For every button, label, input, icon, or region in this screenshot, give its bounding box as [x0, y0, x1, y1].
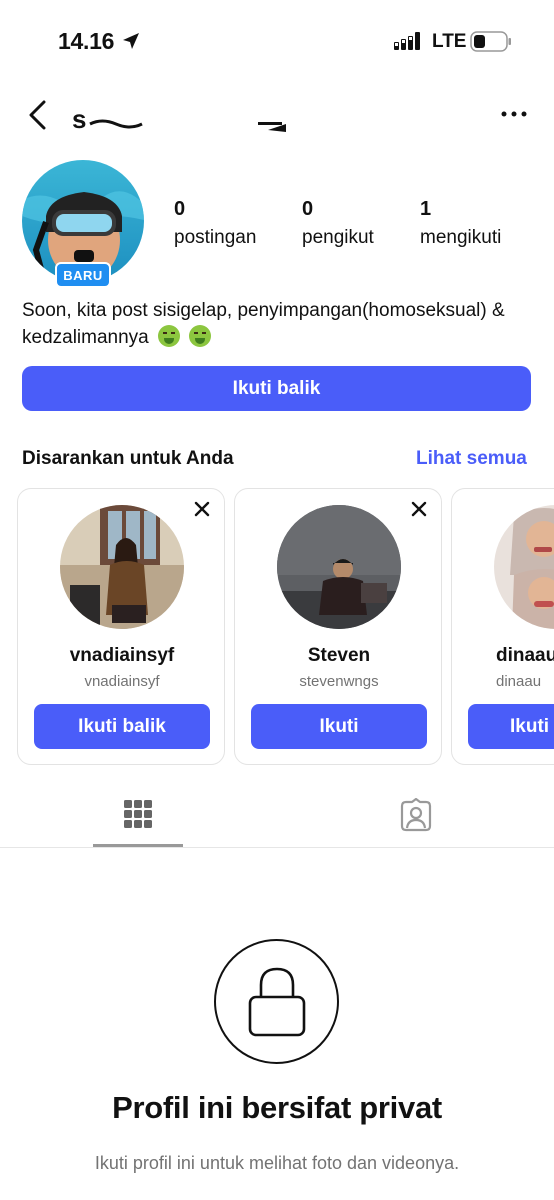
follow-button[interactable]: Ikuti	[251, 704, 427, 749]
suggestion-name[interactable]: dinaau	[496, 645, 554, 667]
following-label: mengikuti	[420, 227, 502, 248]
location-arrow-icon	[123, 33, 139, 49]
tagged-person-icon	[400, 798, 432, 832]
suggestion-handle: stevenwngs	[299, 673, 379, 690]
follow-back-button[interactable]: Ikuti balik	[22, 366, 531, 411]
following-count: 1	[420, 198, 432, 220]
dismiss-icon[interactable]	[411, 501, 427, 517]
battery-icon	[470, 31, 511, 52]
suggestion-avatar[interactable]	[60, 505, 184, 629]
suggestion-card[interactable]: vnadiainsyf vnadiainsyf Ikuti balik	[17, 488, 225, 765]
follow-back-button[interactable]: Ikuti balik	[34, 704, 210, 749]
suggestions-title: Disarankan untuk Anda	[22, 448, 234, 469]
signal-icon	[394, 32, 420, 50]
tab-posts-grid[interactable]	[93, 786, 183, 847]
avatar-image	[494, 505, 554, 629]
grid-icon	[124, 800, 152, 828]
followers-count: 0	[302, 198, 314, 220]
tab-tagged[interactable]	[370, 786, 460, 848]
profile-bio: Soon, kita post sisigelap, penyimpangan(…	[22, 297, 542, 351]
private-subtitle: Ikuti profil ini untuk melihat foto dan …	[94, 1153, 460, 1173]
suggestion-avatar[interactable]	[277, 505, 401, 629]
avatar-image	[60, 505, 184, 629]
profile-header: s	[0, 86, 554, 146]
suggestion-handle: dinaau	[496, 673, 542, 690]
redacted-scribble	[89, 119, 286, 132]
status-bar: 14.16 LTE	[0, 0, 554, 80]
nauseated-face-emoji-icon	[158, 325, 181, 347]
suggestion-name[interactable]: Steven	[235, 645, 441, 667]
posts-label: postingan	[174, 227, 257, 248]
lock-icon	[248, 967, 306, 1037]
see-all-link[interactable]: Lihat semua	[416, 448, 527, 470]
stat-following[interactable]: 1 mengikuti	[420, 198, 501, 249]
private-title: Profil ini bersifat privat	[112, 1090, 442, 1125]
suggestion-avatar[interactable]	[494, 505, 554, 629]
follow-button[interactable]: Ikuti	[468, 704, 554, 749]
posts-count: 0	[174, 198, 186, 220]
private-lock-badge	[214, 939, 339, 1064]
username-title: s	[72, 102, 298, 132]
dismiss-icon[interactable]	[194, 501, 210, 517]
suggestion-card[interactable]: Steven stevenwngs Ikuti	[234, 488, 442, 765]
suggestion-handle: vnadiainsyf	[84, 673, 160, 690]
more-options-icon[interactable]	[500, 110, 528, 118]
network-type: LTE	[432, 31, 467, 52]
stat-followers[interactable]: 0 pengikut	[302, 198, 374, 249]
nauseated-face-emoji-icon	[189, 325, 212, 347]
new-badge: BARU	[55, 262, 111, 288]
followers-label: pengikut	[302, 227, 374, 248]
bio-text: Soon, kita post sisigelap, penyimpangan(…	[22, 300, 505, 348]
profile-tabs	[0, 786, 554, 848]
back-arrow-icon[interactable]	[26, 100, 50, 130]
suggestion-card[interactable]: dinaau dinaau Ikuti	[451, 488, 554, 765]
avatar-image	[277, 505, 401, 629]
suggestion-name[interactable]: vnadiainsyf	[18, 645, 224, 667]
stat-posts: 0 postingan	[174, 198, 256, 249]
status-time: 14.16	[58, 28, 115, 54]
